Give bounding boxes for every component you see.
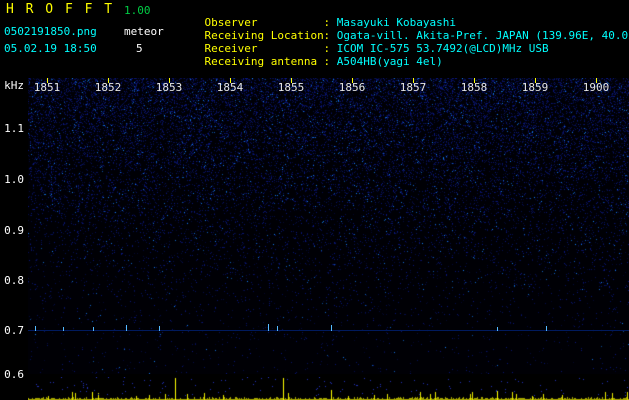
spectrogram-panel: 1851 1852 1853 1854 1855 1856 1857 1858 …	[28, 78, 629, 374]
y-tick-label-1-0: 1.0	[4, 173, 24, 186]
app-version: 1.00	[124, 4, 151, 17]
x-tick-label-1900: 1900	[582, 81, 610, 94]
output-filename: 0502191850.png	[4, 25, 97, 38]
colon-separator: :	[323, 55, 337, 68]
meteor-echo-mark	[159, 326, 160, 331]
carrier-line-0-7khz	[28, 330, 629, 331]
datetime-label: 05.02.19 18:50	[4, 42, 97, 55]
y-tick-label-1-1: 1.1	[4, 122, 24, 135]
meteor-echo-mark	[277, 326, 278, 331]
amplitude-graph-panel	[28, 377, 629, 400]
meteor-echo-mark	[93, 327, 94, 331]
x-tick-label-1855: 1855	[277, 81, 305, 94]
y-axis-unit-label: kHz	[4, 79, 24, 92]
meteor-echo-mark	[497, 327, 498, 331]
info-label-antenna: Receiving antenna	[204, 55, 318, 68]
y-tick-label-0-7: 0.7	[4, 324, 24, 337]
x-tick-label-1857: 1857	[399, 81, 427, 94]
info-row-antenna: Receiving antenna: A504HB(yagi 4el)	[178, 42, 443, 81]
x-tick-label-1852: 1852	[94, 81, 122, 94]
app-title: H R O F F T	[6, 2, 115, 17]
y-tick-label-0-6: 0.6	[4, 368, 24, 381]
amplitude-graph-canvas	[28, 377, 629, 400]
threshold-value: 5	[136, 42, 143, 55]
x-tick-label-1854: 1854	[216, 81, 244, 94]
meteor-echo-mark	[63, 327, 64, 331]
x-tick-label-1858: 1858	[460, 81, 488, 94]
meteor-echo-mark	[35, 326, 36, 331]
meteor-echo-mark	[126, 325, 127, 331]
y-tick-label-0-9: 0.9	[4, 224, 24, 237]
x-tick-label-1856: 1856	[338, 81, 366, 94]
y-tick-label-0-8: 0.8	[4, 274, 24, 287]
meteor-echo-mark	[331, 325, 332, 331]
x-tick-label-1851: 1851	[33, 81, 61, 94]
info-value-antenna: A504HB(yagi 4el)	[336, 55, 443, 68]
meteor-echo-mark	[268, 324, 269, 331]
x-tick-label-1859: 1859	[521, 81, 549, 94]
x-tick-label-1853: 1853	[155, 81, 183, 94]
meteor-echo-mark	[546, 326, 547, 331]
mode-label: meteor	[124, 25, 164, 38]
hrofft-spectrogram-screenshot: H R O F F T 1.00 0502191850.png meteor 0…	[0, 0, 629, 400]
